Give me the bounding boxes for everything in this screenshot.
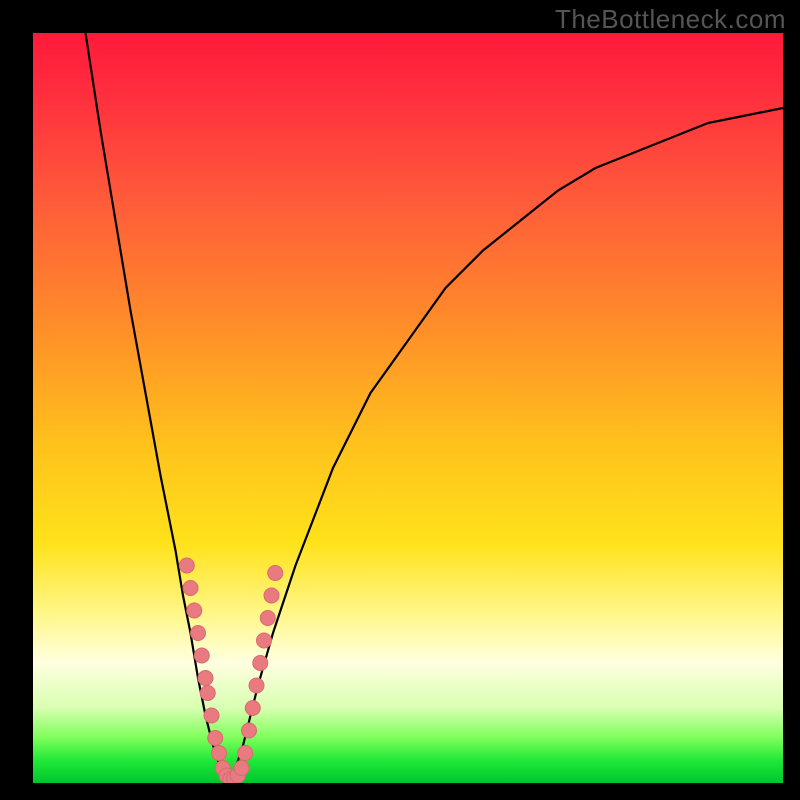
plot-area bbox=[33, 33, 783, 783]
chart-frame: TheBottleneck.com bbox=[0, 0, 800, 800]
watermark-label: TheBottleneck.com bbox=[555, 4, 786, 35]
